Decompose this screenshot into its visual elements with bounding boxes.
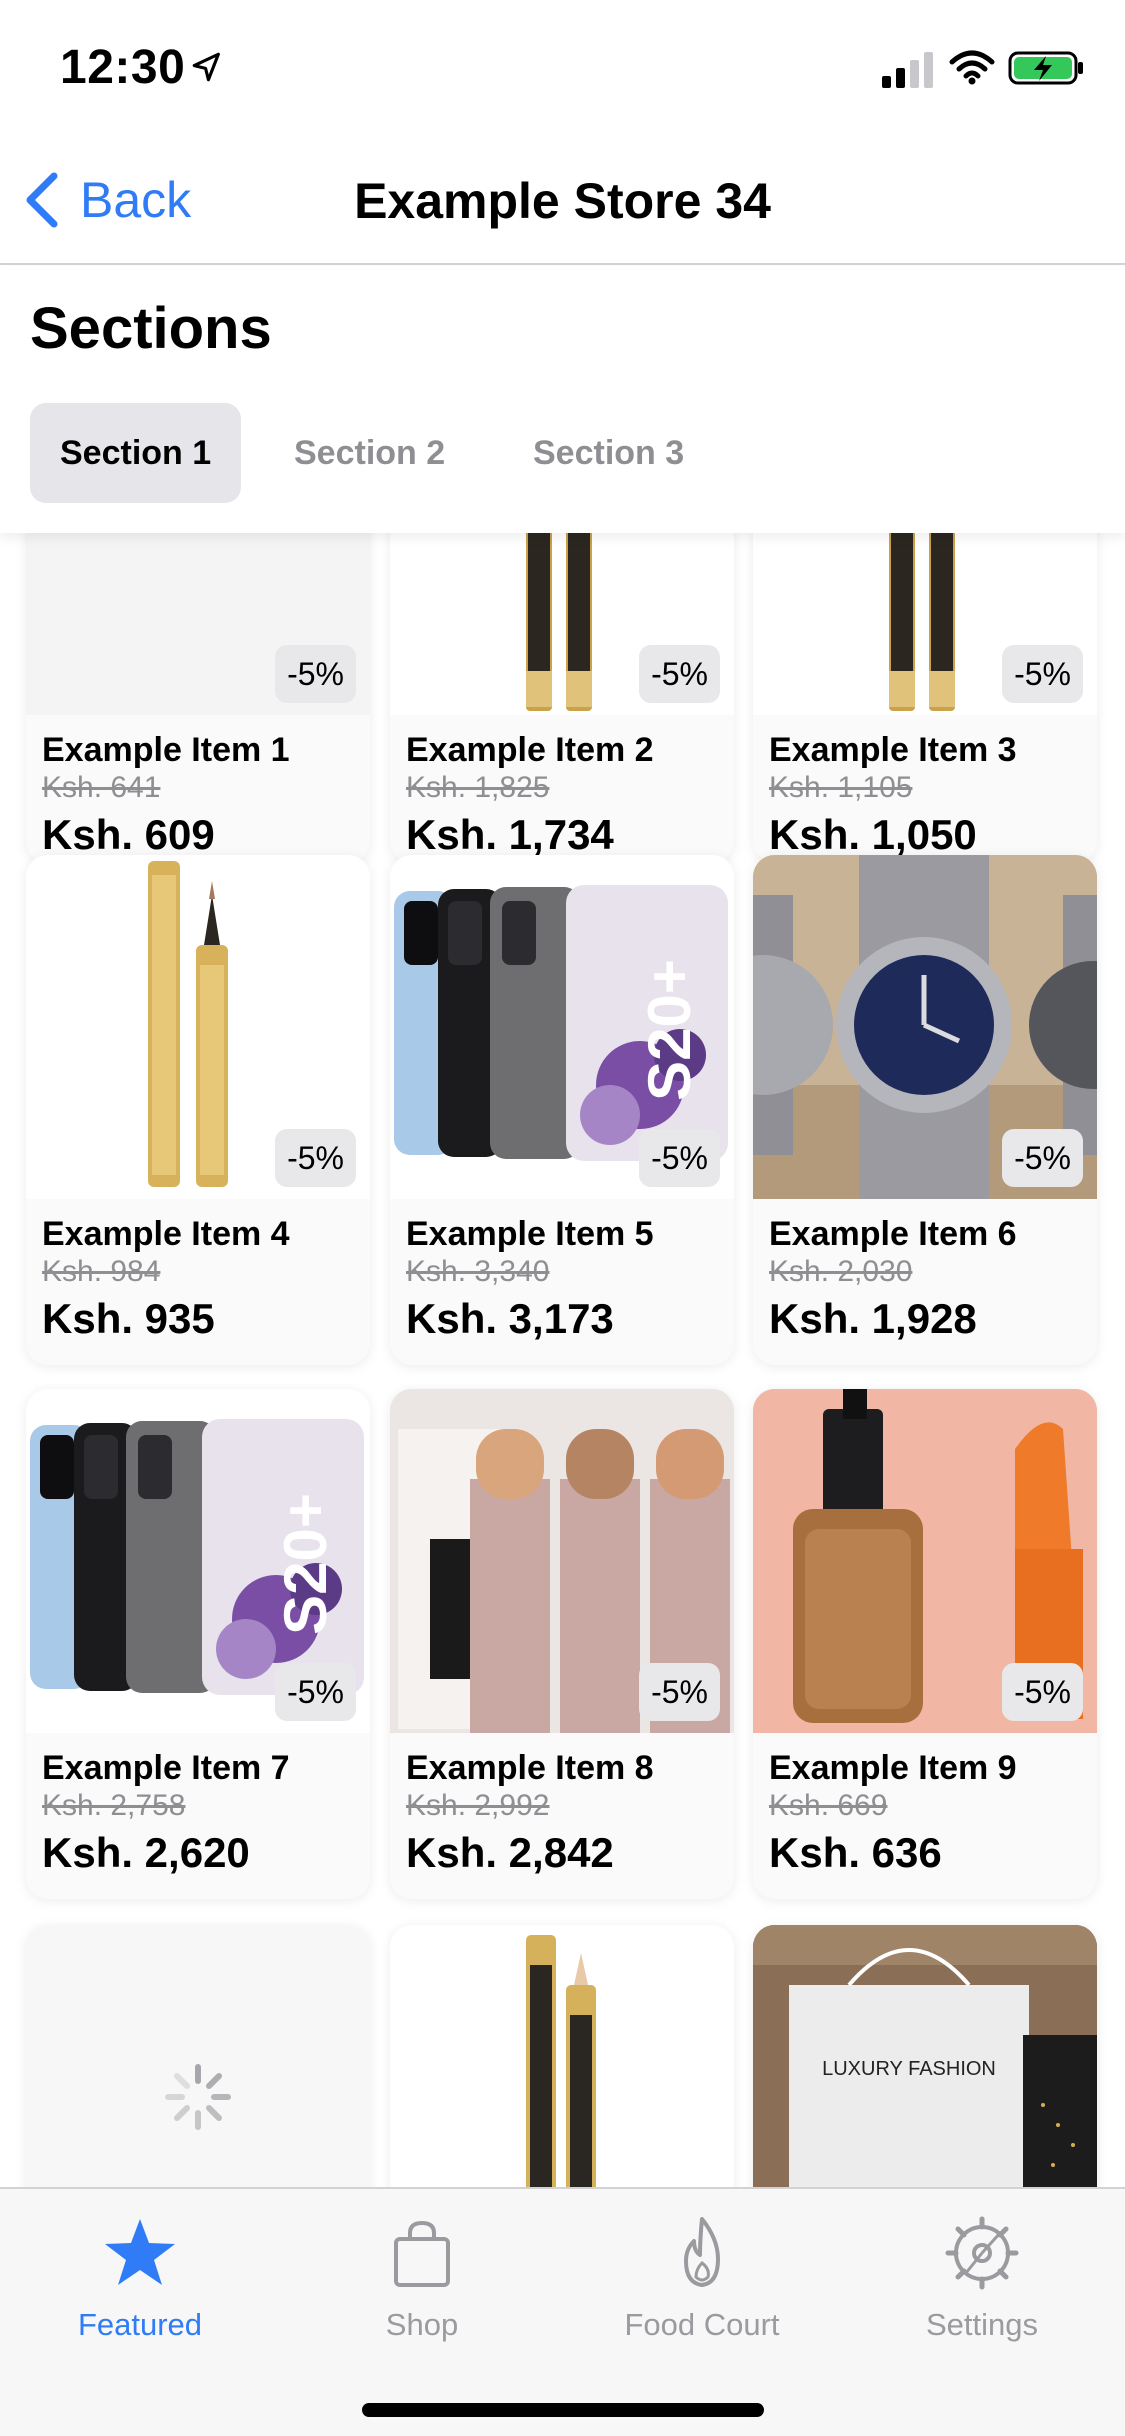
shopping-bag-image: LUXURY FASHION (753, 1925, 1097, 2187)
status-time: 12:30 (60, 41, 186, 94)
tab-food-court-label: Food Court (624, 2307, 780, 2342)
concealer-pen-image (526, 1935, 596, 2187)
discount-badge: -5% (639, 645, 720, 703)
discount-badge: -5% (275, 645, 356, 703)
item-original-price: Ksh. 1,105 (769, 771, 913, 804)
tab-bar: Featured Shop Food Court Settings (0, 2187, 1125, 2436)
tab-shop-label: Shop (385, 2307, 459, 2342)
product-card[interactable]: -5% Example Item 6 Ksh. 2,030 Ksh. 1,928 (753, 855, 1097, 1365)
phone-model-label: S20+ (636, 959, 703, 1101)
product-grid[interactable]: -5% Example Item 1 Ksh. 641 Ksh. 609 -5%… (0, 533, 1125, 2187)
product-image: LUXURY FASHION (753, 1925, 1097, 2187)
item-price: Ksh. 1,928 (769, 1295, 977, 1342)
tab-food-court[interactable]: Food Court (592, 2213, 812, 2343)
item-price: Ksh. 609 (42, 811, 215, 858)
sections-heading: Sections (30, 296, 272, 361)
item-name: Example Item 8 (406, 1749, 654, 1787)
discount-badge: -5% (639, 1129, 720, 1187)
product-card[interactable]: -5% Example Item 1 Ksh. 641 Ksh. 609 (26, 533, 370, 863)
product-card[interactable]: -5% Example Item 9 Ksh. 669 Ksh. 636 (753, 1389, 1097, 1899)
star-icon (105, 2219, 175, 2285)
item-price: Ksh. 1,050 (769, 811, 977, 858)
tab-settings-label: Settings (925, 2307, 1038, 2342)
discount-badge: -5% (275, 1663, 356, 1721)
tab-section-3[interactable]: Section 3 (503, 403, 714, 503)
item-name: Example Item 3 (769, 731, 1017, 769)
product-card[interactable]: S20+ -5% Example Item 5 Ksh. 3,340 Ksh. … (390, 855, 734, 1365)
product-card[interactable]: LUXURY FASHION (753, 1925, 1097, 2187)
wifi-icon (949, 50, 995, 85)
product-card[interactable]: -5% Example Item 4 Ksh. 984 Ksh. 935 (26, 855, 370, 1365)
product-card[interactable]: -5% Example Item 8 Ksh. 2,992 Ksh. 2,842 (390, 1389, 734, 1899)
item-price: Ksh. 3,173 (406, 1295, 614, 1342)
tab-featured-label: Featured (77, 2307, 203, 2342)
item-price: Ksh. 2,842 (406, 1829, 614, 1876)
product-image (26, 1925, 370, 2187)
product-image (390, 1925, 734, 2187)
product-card[interactable]: -5% Example Item 2 Ksh. 1,825 Ksh. 1,734 (390, 533, 734, 863)
tab-shop[interactable]: Shop (312, 2213, 532, 2343)
navigation-bar: Back Example Store 34 (0, 132, 1125, 265)
gear-icon (945, 2216, 1019, 2290)
battery-charging-icon (1008, 51, 1083, 85)
item-original-price: Ksh. 3,340 (406, 1255, 550, 1288)
item-name: Example Item 7 (42, 1749, 290, 1787)
product-card[interactable]: -5% Example Item 3 Ksh. 1,105 Ksh. 1,050 (753, 533, 1097, 863)
location-arrow-icon (192, 52, 220, 82)
product-card[interactable] (390, 1925, 734, 2187)
item-original-price: Ksh. 1,825 (406, 771, 550, 804)
item-price: Ksh. 2,620 (42, 1829, 250, 1876)
tab-settings[interactable]: Settings (872, 2213, 1092, 2343)
item-price: Ksh. 1,734 (406, 811, 614, 858)
cellular-signal-icon (882, 52, 933, 88)
item-name: Example Item 9 (769, 1749, 1017, 1787)
loading-spinner-icon (165, 2064, 231, 2130)
item-name: Example Item 6 (769, 1215, 1017, 1253)
item-original-price: Ksh. 641 (42, 771, 161, 804)
bag-label: LUXURY FASHION (822, 2058, 996, 2080)
item-original-price: Ksh. 2,030 (769, 1255, 913, 1288)
product-card[interactable] (26, 1925, 370, 2187)
item-name: Example Item 5 (406, 1215, 654, 1253)
discount-badge: -5% (1002, 645, 1083, 703)
product-card[interactable]: S20+ -5% Example Item 7 Ksh. 2,758 Ksh. … (26, 1389, 370, 1899)
item-original-price: Ksh. 2,758 (42, 1789, 186, 1822)
item-original-price: Ksh. 2,992 (406, 1789, 550, 1822)
bag-icon (394, 2220, 450, 2287)
item-name: Example Item 4 (42, 1215, 290, 1253)
item-original-price: Ksh. 984 (42, 1255, 161, 1288)
status-bar: 12:30 (0, 0, 1125, 132)
phone-model-label: S20+ (272, 1493, 339, 1635)
tab-section-1[interactable]: Section 1 (30, 403, 242, 503)
discount-badge: -5% (275, 1129, 356, 1187)
home-indicator[interactable] (362, 2403, 764, 2417)
item-original-price: Ksh. 669 (769, 1789, 888, 1822)
item-name: Example Item 1 (42, 731, 290, 769)
discount-badge: -5% (1002, 1663, 1083, 1721)
item-price: Ksh. 935 (42, 1295, 215, 1342)
sections-header: Sections Section 1 Section 2 Section 3 (0, 267, 1125, 533)
page-title: Example Store 34 (354, 173, 771, 229)
discount-badge: -5% (1002, 1129, 1083, 1187)
item-price: Ksh. 636 (769, 1829, 942, 1876)
flame-icon (684, 2217, 720, 2287)
item-name: Example Item 2 (406, 731, 654, 769)
tab-featured[interactable]: Featured (30, 2213, 250, 2343)
tab-section-2[interactable]: Section 2 (264, 403, 475, 503)
discount-badge: -5% (639, 1663, 720, 1721)
